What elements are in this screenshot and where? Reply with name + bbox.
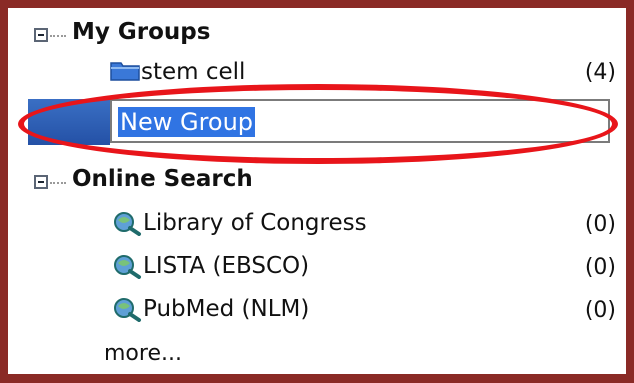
online-search-icon: [114, 298, 141, 322]
online-search-item-label: PubMed (NLM): [143, 296, 310, 322]
new-group-name-text: New Group: [118, 107, 256, 138]
group-item-count: (4): [584, 60, 616, 85]
folder-icon: [110, 62, 140, 81]
online-search-item-label: Library of Congress: [143, 210, 367, 236]
collapse-my-groups-toggle[interactable]: [34, 28, 48, 42]
my-groups-title[interactable]: My Groups: [72, 21, 210, 44]
collapse-online-search-toggle[interactable]: [34, 175, 48, 189]
selected-row-highlight: [28, 99, 110, 145]
online-search-icon: [114, 255, 141, 279]
tree-connector: [50, 182, 66, 184]
new-group-name-input[interactable]: New Group: [110, 99, 610, 143]
group-item-label: stem cell: [141, 59, 246, 85]
tree-connector: [50, 35, 66, 37]
online-search-item-label: LISTA (EBSCO): [143, 253, 310, 279]
online-search-icon: [114, 212, 141, 236]
online-search-item-count: (0): [584, 255, 616, 280]
group-panel: My Groups stem cell (4) New Group Online…: [0, 0, 634, 383]
online-search-title[interactable]: Online Search: [72, 168, 253, 191]
online-search-item-count: (0): [584, 298, 616, 323]
online-search-item-count: (0): [584, 212, 616, 237]
more-link[interactable]: more...: [104, 343, 182, 365]
